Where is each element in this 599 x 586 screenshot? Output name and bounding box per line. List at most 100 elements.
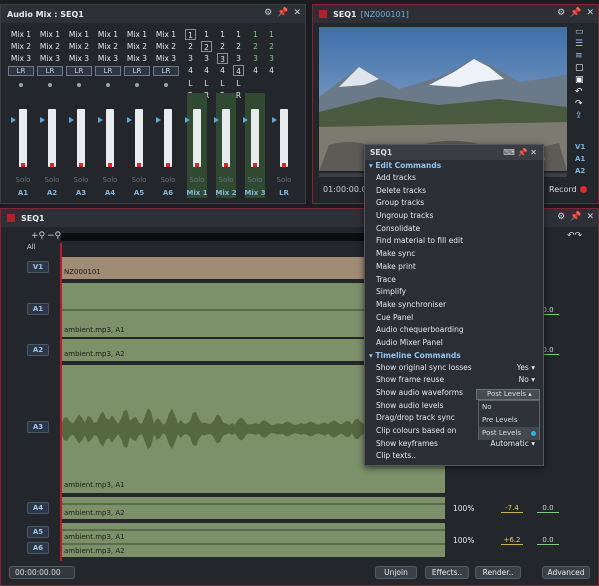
dropdown-option-no[interactable]: No [479,401,539,414]
solo-button[interactable]: Solo [42,175,62,186]
pan-knob-icon[interactable] [164,83,168,87]
mix-assign-button[interactable]: Mix 1 [38,29,62,40]
mix-assign-button[interactable]: Mix 3 [38,53,62,64]
channel-label[interactable]: Mix 2 [213,188,239,199]
mix-assign-button[interactable]: Mix 3 [67,53,91,64]
output-assign-cell[interactable]: 4 [201,65,212,76]
output-assign-cell[interactable]: 3 [266,53,277,64]
solo-button[interactable]: Solo [158,175,178,186]
folder-icon[interactable]: ▭ [575,27,595,39]
menu-section-timeline[interactable]: ▾ Timeline Commands [365,350,543,362]
output-assign-cell[interactable]: 1 [233,29,244,40]
output-assign-cell[interactable]: 3 [217,53,228,64]
level-a4[interactable]: -7.4 [501,503,523,513]
track-label-a6[interactable]: A6 [27,542,49,554]
effects-button[interactable]: Effects.. [425,566,469,579]
dropdown-option-post-levels[interactable]: Post Levels [479,427,539,440]
fader-handle-icon[interactable] [11,117,16,123]
channel-label[interactable]: LR [271,188,297,199]
menu-item-edit[interactable]: Consolidate [365,223,543,236]
output-assign-cell[interactable]: 4 [250,65,261,76]
undo-icon[interactable]: ↶ [575,87,595,99]
output-assign-cell[interactable]: 3 [185,53,196,64]
pan-a5[interactable]: 0.0 [537,535,559,545]
mix-assign-button[interactable]: Mix 1 [96,29,120,40]
channel-label[interactable]: A3 [68,188,94,199]
level-a5[interactable]: +6.2 [501,535,523,545]
video-clip[interactable]: NZ000101 [61,257,365,279]
pan-knob-icon[interactable] [106,83,110,87]
dropdown-option-pre-levels[interactable]: Pre Levels [479,414,539,427]
solo-button[interactable]: Solo [71,175,91,186]
advanced-button[interactable]: Advanced [542,566,590,579]
lr-assign-button[interactable]: LR [66,66,92,76]
audio-clip-a4[interactable]: ambient.mp3, A2 [61,497,445,519]
menu-item-edit[interactable]: Find material to fill edit [365,235,543,248]
track-label-a2[interactable]: A2 [27,344,49,356]
mix-assign-button[interactable]: Mix 2 [67,41,91,52]
track-label-a1[interactable]: A1 [27,303,49,315]
fader-handle-icon[interactable] [69,117,74,123]
solo-button[interactable]: Solo [100,175,120,186]
mix-assign-button[interactable]: Mix 2 [38,41,62,52]
output-assign-cell[interactable]: 4 [266,65,277,76]
menu-item-edit[interactable]: Make sync [365,248,543,261]
fader-handle-icon[interactable] [272,117,277,123]
mix-assign-button[interactable]: Mix 1 [9,29,33,40]
menu-item-edit[interactable]: Audio chequerboarding [365,324,543,337]
track-label-a4[interactable]: A4 [27,502,49,514]
close-icon[interactable]: ✕ [293,8,301,18]
menu-item-edit[interactable]: Group tracks [365,197,543,210]
keyboard-icon[interactable]: ⌨ [503,148,515,157]
pin-icon[interactable]: 📌 [518,148,528,157]
output-assign-cell[interactable]: 4 [185,65,196,76]
mix-assign-button[interactable]: Mix 1 [154,29,178,40]
timeline-ruler[interactable] [61,233,365,241]
record-button[interactable]: Record [549,185,587,194]
lr-assign-button[interactable]: LR [95,66,121,76]
channel-label[interactable]: A2 [39,188,65,199]
viewer-track-v1[interactable]: V1 [575,143,585,155]
channel-label[interactable]: A4 [97,188,123,199]
lr-assign-button[interactable]: LR [8,66,34,76]
mix-assign-button[interactable]: Mix 1 [67,29,91,40]
menu-item-edit[interactable]: Audio Mixer Panel [365,337,543,350]
solo-button[interactable]: Solo [13,175,33,186]
audio-clip-a5[interactable]: ambient.mp3, A1 ambient.mp3, A2 [61,523,445,557]
playhead[interactable] [60,243,62,561]
list-icon[interactable]: ≡ [575,51,595,63]
mix-assign-button[interactable]: Mix 1 [125,29,149,40]
track-label-a3[interactable]: A3 [27,421,49,433]
menu-section-edit[interactable]: ▾ Edit Commands [365,160,543,172]
settings-icon[interactable]: ⚙ [557,212,565,222]
output-assign-cell[interactable]: 2 [266,41,277,52]
pin-icon[interactable]: 📌 [570,212,581,222]
channel-label[interactable]: Mix 3 [242,188,268,199]
output-assign-cell[interactable]: 1 [250,29,261,40]
output-assign-cell[interactable]: 1 [185,29,196,40]
output-assign-cell[interactable]: 2 [201,41,212,52]
zoom-out-icon[interactable]: −⚲ [47,231,61,241]
channel-label[interactable]: Mix 1 [184,188,210,199]
menu-item-edit[interactable]: Cue Panel [365,312,543,325]
mix-assign-button[interactable]: Mix 3 [125,53,149,64]
fader-handle-icon[interactable] [98,117,103,123]
viewer-track-a1[interactable]: A1 [575,155,585,167]
fader-handle-icon[interactable] [185,117,190,123]
zoom-in-icon[interactable]: +⚲ [31,231,45,241]
output-assign-cell[interactable]: 1 [266,29,277,40]
menu-item-edit[interactable]: Make print [365,261,543,274]
layout-icon[interactable]: ☰ [575,39,595,51]
menu-item-edit[interactable]: Add tracks [365,172,543,185]
fader-handle-icon[interactable] [156,117,161,123]
mix-assign-button[interactable]: Mix 3 [96,53,120,64]
menu-item-value[interactable]: No ▾ [519,374,535,387]
waveform-dropdown[interactable]: Post Levels ▴ [476,389,540,400]
audio-clip-a1[interactable]: ambient.mp3, A1 [61,283,365,337]
track-label-v1[interactable]: V1 [27,261,49,273]
close-icon[interactable]: ✕ [530,148,537,157]
mix-assign-button[interactable]: Mix 3 [154,53,178,64]
output-assign-cell[interactable]: 3 [201,53,212,64]
output-assign-cell[interactable]: 3 [250,53,261,64]
pan-knob-icon[interactable] [135,83,139,87]
